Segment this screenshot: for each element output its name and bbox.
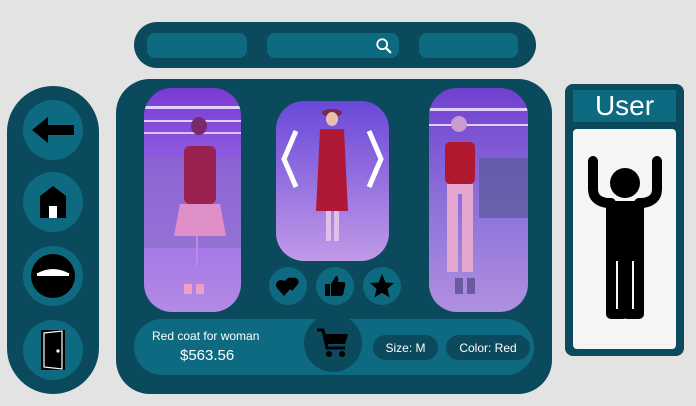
- user-panel: User: [565, 84, 684, 356]
- left-nav: [7, 86, 99, 394]
- door-exit-icon: [41, 330, 65, 370]
- top-bar: [134, 22, 536, 68]
- outfit-photo-center[interactable]: [276, 101, 389, 261]
- color-selector[interactable]: Color: Red: [446, 335, 530, 360]
- top-right-field[interactable]: [419, 33, 518, 58]
- product-gallery: Red coat for woman $563.56 Size: M Color…: [116, 79, 552, 394]
- user-card[interactable]: [573, 129, 676, 349]
- hearts-icon: [276, 277, 299, 296]
- back-button[interactable]: [23, 100, 83, 160]
- product-price: $563.56: [180, 347, 235, 364]
- outfit-photo-left[interactable]: [144, 88, 241, 312]
- add-to-cart-button[interactable]: [304, 314, 362, 372]
- love-button[interactable]: [269, 267, 307, 305]
- house-icon: [40, 186, 66, 218]
- favorite-button[interactable]: [363, 267, 401, 305]
- eye-icon: [31, 254, 75, 298]
- size-selector[interactable]: Size: M: [373, 335, 438, 360]
- thumbs-up-icon: [325, 276, 346, 296]
- product-name: Red coat for woman: [152, 329, 260, 343]
- product-info-bar: Red coat for woman $563.56 Size: M Color…: [134, 314, 534, 375]
- search-field[interactable]: [267, 33, 399, 58]
- person-icon: [588, 156, 662, 319]
- like-button[interactable]: [316, 267, 354, 305]
- view-button[interactable]: [23, 246, 83, 306]
- exit-button[interactable]: [23, 320, 83, 380]
- cart-icon: [317, 328, 348, 357]
- search-icon[interactable]: [375, 37, 393, 55]
- user-title: User: [573, 90, 676, 122]
- outfit-photo-right[interactable]: [429, 88, 528, 312]
- home-button[interactable]: [23, 172, 83, 232]
- star-icon: [370, 274, 394, 298]
- arrow-left-icon: [32, 117, 74, 143]
- top-left-field[interactable]: [147, 33, 247, 58]
